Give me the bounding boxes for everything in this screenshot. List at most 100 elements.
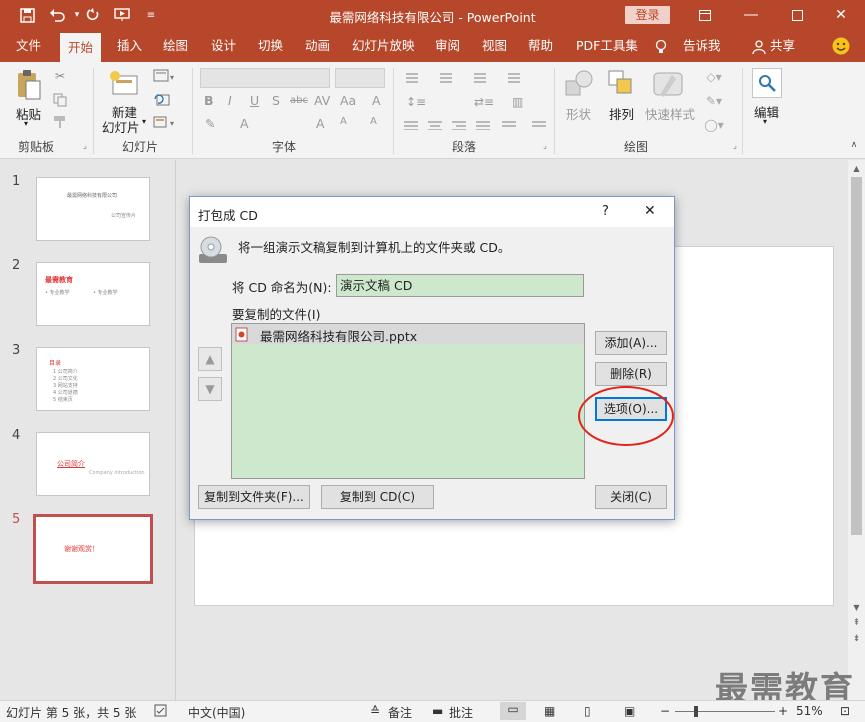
paragraph-controls-icon[interactable]: ↕≡ ⇄≡ ▥ bbox=[402, 70, 552, 130]
slide-thumbnail-4[interactable]: 公司简介 Company introduction bbox=[36, 432, 150, 496]
paste-dropdown-icon[interactable]: ▾ bbox=[24, 119, 28, 128]
collapse-ribbon-icon[interactable]: ∧ bbox=[848, 140, 860, 150]
start-from-beginning-icon[interactable] bbox=[112, 4, 134, 26]
vertical-scrollbar[interactable]: ▲ ▼ ⇞ ⇟ bbox=[848, 160, 865, 700]
slide-thumbnail-2[interactable]: 最需教育 • 专业教学 • 专业教学 bbox=[36, 262, 150, 326]
char-spacing-icon[interactable]: AV bbox=[314, 93, 330, 108]
tab-insert[interactable]: 插入 bbox=[117, 30, 142, 62]
tab-pdf-tools[interactable]: PDF工具集 bbox=[576, 30, 638, 62]
add-button[interactable]: 添加(A)... bbox=[595, 331, 667, 355]
previous-slide-icon[interactable]: ⇞ bbox=[848, 616, 865, 630]
shape-fill-icon[interactable]: ◇▾ bbox=[700, 68, 728, 86]
find-icon[interactable] bbox=[752, 68, 782, 98]
undo-icon[interactable] bbox=[46, 4, 68, 26]
tab-help[interactable]: 帮助 bbox=[528, 30, 553, 62]
font-size-dropdown[interactable] bbox=[335, 68, 385, 88]
cd-name-field[interactable]: 演示文稿 CD bbox=[336, 274, 584, 297]
share-icon[interactable] bbox=[752, 30, 766, 62]
copy-to-cd-button[interactable]: 复制到 CD(C) bbox=[321, 485, 434, 509]
redo-icon[interactable] bbox=[82, 4, 104, 26]
copy-icon[interactable] bbox=[52, 92, 68, 108]
save-icon[interactable] bbox=[16, 4, 38, 26]
lightbulb-icon[interactable] bbox=[655, 30, 667, 62]
tab-design[interactable]: 设计 bbox=[211, 30, 236, 62]
minimize-icon[interactable]: ― bbox=[727, 0, 775, 30]
comments-icon[interactable]: ▬ bbox=[432, 704, 443, 718]
notes-icon[interactable]: ≙ bbox=[370, 704, 380, 718]
tab-slideshow[interactable]: 幻灯片放映 bbox=[352, 30, 415, 62]
decrease-font-icon[interactable]: A bbox=[340, 116, 347, 127]
italic-icon[interactable]: I bbox=[228, 93, 232, 108]
scrollbar-thumb[interactable] bbox=[851, 177, 862, 535]
font-name-dropdown[interactable] bbox=[200, 68, 330, 88]
clear-format-icon[interactable]: A bbox=[372, 93, 381, 108]
tab-transitions[interactable]: 切换 bbox=[258, 30, 283, 62]
paragraph-launcher-icon[interactable]: ⌟ bbox=[540, 140, 550, 150]
next-slide-icon[interactable]: ⇟ bbox=[848, 632, 865, 646]
slide-thumbnail-5[interactable]: 谢谢观赏！ bbox=[33, 514, 153, 584]
slideshow-view-icon[interactable]: ▣ bbox=[624, 704, 635, 718]
smiley-feedback-icon[interactable] bbox=[832, 30, 850, 62]
slide-sorter-icon[interactable]: ▦ bbox=[544, 704, 555, 718]
editing-dropdown-icon[interactable]: ▾ bbox=[763, 117, 767, 126]
cut-icon[interactable]: ✂ bbox=[52, 68, 68, 84]
shape-effects-icon[interactable]: ◯▾ bbox=[700, 116, 728, 134]
new-slide-dropdown-icon[interactable]: ▾ bbox=[142, 117, 146, 126]
text-direction-icon[interactable]: A bbox=[370, 116, 377, 127]
remove-button[interactable]: 删除(R) bbox=[595, 362, 667, 386]
tab-animations[interactable]: 动画 bbox=[305, 30, 330, 62]
tab-view[interactable]: 视图 bbox=[482, 30, 507, 62]
notes-button[interactable]: 备注 bbox=[388, 704, 412, 721]
strikethrough-icon[interactable]: abc bbox=[290, 95, 308, 106]
list-item[interactable]: 最需网络科技有限公司.pptx bbox=[232, 324, 584, 344]
customize-toolbar-icon[interactable]: ≡ bbox=[140, 4, 162, 26]
drawing-launcher-icon[interactable]: ⌟ bbox=[730, 140, 740, 150]
slide-thumbnail-1[interactable]: 最需网络科技有限公司 公司宣传片 bbox=[36, 177, 150, 241]
shapes-button[interactable]: 形状 bbox=[566, 104, 591, 123]
tab-review[interactable]: 审阅 bbox=[435, 30, 460, 62]
tell-me-search[interactable]: 告诉我 bbox=[683, 30, 721, 62]
quick-styles-button[interactable]: 快速样式 bbox=[645, 104, 695, 123]
paste-icon[interactable] bbox=[14, 68, 44, 102]
reset-icon[interactable] bbox=[152, 92, 172, 108]
scroll-down-icon[interactable]: ▼ bbox=[848, 600, 865, 614]
clipboard-launcher-icon[interactable]: ⌟ bbox=[80, 140, 90, 150]
help-button[interactable]: ? bbox=[602, 204, 609, 219]
fit-to-window-icon[interactable]: ⊡ bbox=[840, 704, 850, 718]
language-status[interactable]: 中文(中国) bbox=[188, 704, 245, 721]
shadow-icon[interactable]: S bbox=[272, 93, 280, 108]
highlight-icon[interactable]: ✎ bbox=[205, 116, 215, 131]
shape-outline-icon[interactable]: ✎▾ bbox=[700, 92, 728, 110]
move-up-button[interactable]: ▲ bbox=[198, 347, 222, 371]
format-painter-icon[interactable] bbox=[52, 114, 68, 130]
new-slide-label-2[interactable]: 幻灯片 bbox=[102, 117, 140, 136]
scroll-up-icon[interactable]: ▲ bbox=[848, 160, 865, 176]
change-case-icon[interactable]: Aa bbox=[340, 93, 356, 108]
normal-view-icon[interactable]: ▭ bbox=[500, 702, 526, 720]
section-icon[interactable]: ▾ bbox=[152, 114, 178, 130]
share-button[interactable]: 共享 bbox=[770, 30, 795, 62]
bold-icon[interactable]: B bbox=[204, 93, 214, 108]
arrange-icon[interactable] bbox=[606, 68, 638, 102]
zoom-slider[interactable] bbox=[675, 711, 775, 712]
zoom-out-icon[interactable]: − bbox=[660, 704, 670, 718]
font-color-icon[interactable]: A bbox=[240, 116, 249, 131]
paste-button[interactable]: 粘贴 bbox=[16, 104, 41, 123]
tab-file[interactable]: 文件 bbox=[16, 30, 41, 62]
layout-icon[interactable]: ▾ bbox=[152, 68, 178, 84]
shapes-icon[interactable] bbox=[563, 68, 597, 102]
files-list[interactable]: 最需网络科技有限公司.pptx bbox=[231, 323, 585, 479]
tab-home[interactable]: 开始 bbox=[60, 33, 102, 62]
increase-font-icon[interactable]: A bbox=[316, 116, 325, 131]
copy-to-folder-button[interactable]: 复制到文件夹(F)... bbox=[198, 485, 310, 509]
comments-button[interactable]: 批注 bbox=[449, 704, 473, 721]
underline-icon[interactable]: U bbox=[250, 93, 259, 108]
close-window-icon[interactable]: ✕ bbox=[817, 0, 865, 30]
maximize-icon[interactable] bbox=[773, 0, 821, 30]
ribbon-display-options-icon[interactable] bbox=[681, 0, 729, 30]
reading-view-icon[interactable]: ▯ bbox=[584, 704, 591, 718]
zoom-level[interactable]: 51% bbox=[796, 704, 823, 718]
close-button[interactable]: 关闭(C) bbox=[595, 485, 667, 509]
zoom-slider-handle[interactable] bbox=[694, 706, 698, 717]
slide-thumbnail-3[interactable]: 目录 1 公司简介 2 公司文化 3 网站支持 4 公司道德 5 结束页 bbox=[36, 347, 150, 411]
